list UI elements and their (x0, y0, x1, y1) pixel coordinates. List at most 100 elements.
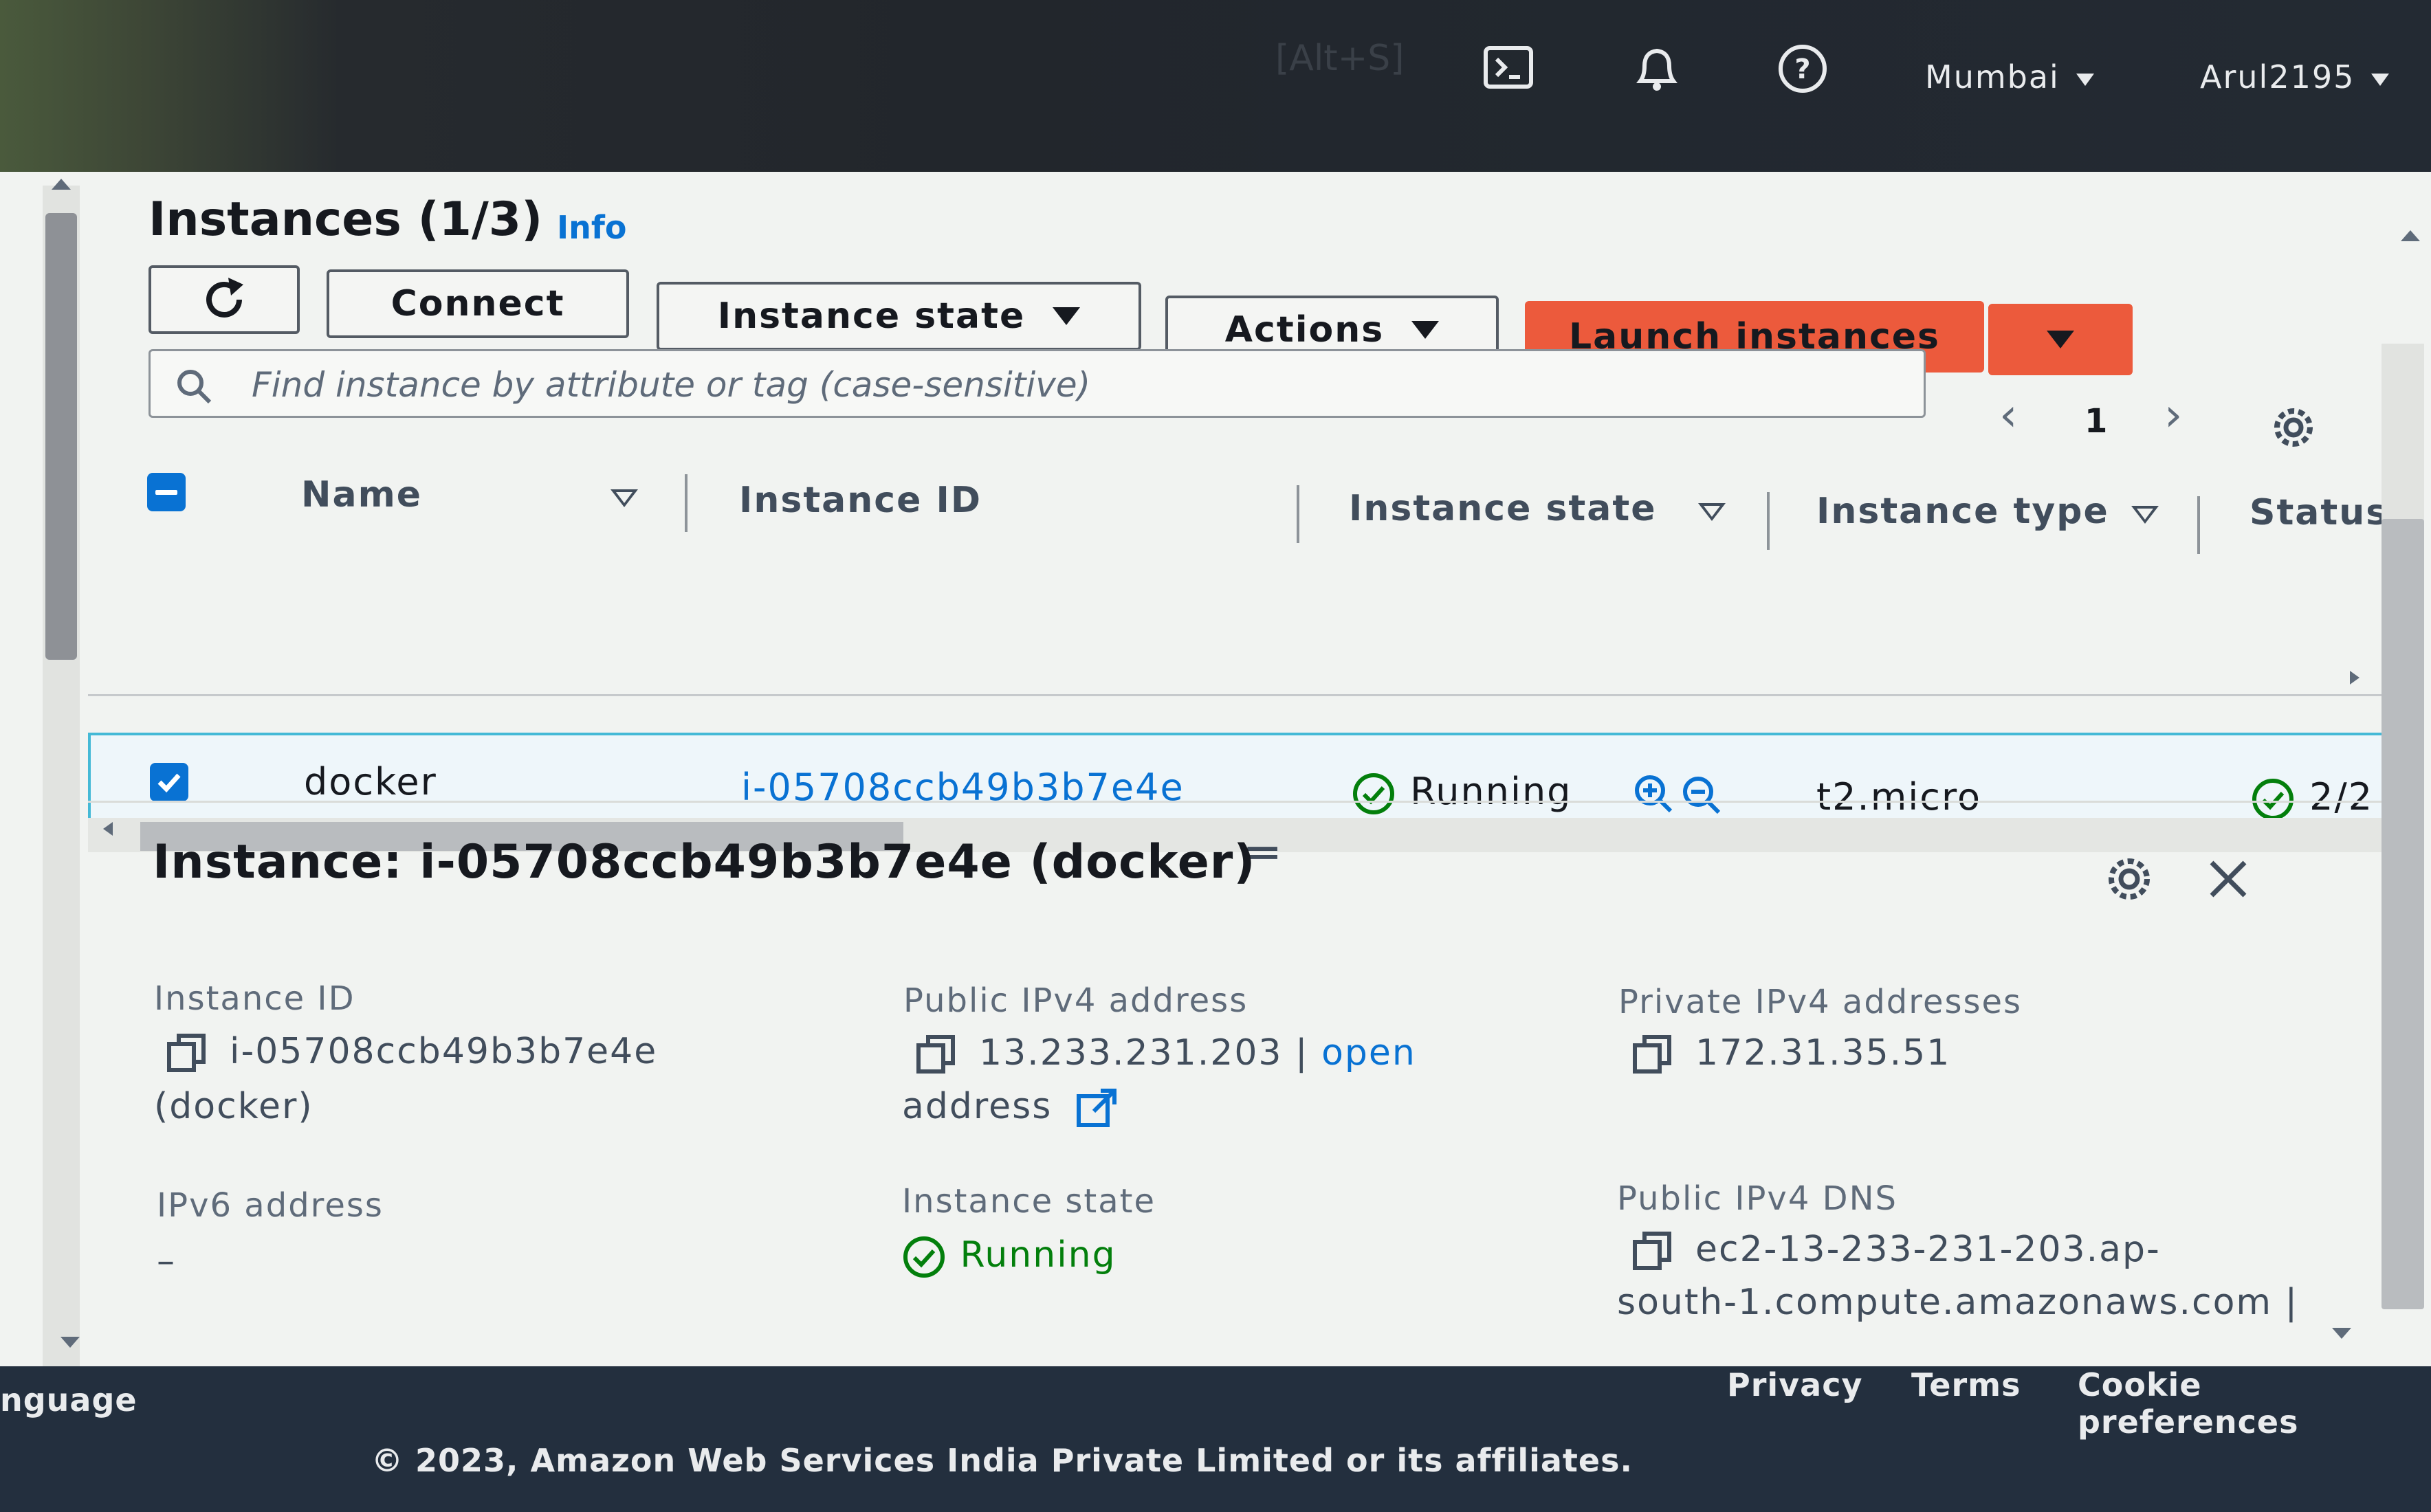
private-ipv4-value: 172.31.35.51 (1631, 1032, 1950, 1077)
sort-icon[interactable] (2131, 506, 2159, 524)
side-scrollbar[interactable] (43, 186, 80, 1368)
instance-state-value: Running (901, 1234, 1116, 1280)
public-ipv4-label: Public IPv4 address (903, 981, 1248, 1020)
next-page-icon[interactable]: › (2164, 388, 2182, 441)
top-navigation: [Alt+S] ? Mumbai Arul2195 (0, 0, 2431, 172)
search-shortcut-hint: [Alt+S] (1275, 38, 1405, 79)
scrollbar-thumb[interactable] (45, 213, 77, 660)
chevron-down-icon (1053, 307, 1081, 325)
copy-icon[interactable] (914, 1033, 958, 1077)
open-address-link[interactable]: open (1321, 1032, 1416, 1074)
copy-icon[interactable] (1631, 1033, 1675, 1077)
chevron-down-icon (2047, 331, 2074, 348)
open-address-text[interactable]: address (902, 1086, 1052, 1127)
check-circle-icon (2252, 779, 2294, 821)
copyright-text: © 2023, Amazon Web Services India Privat… (371, 1442, 1633, 1479)
region-label: Mumbai (1925, 58, 2060, 96)
instance-state-dropdown[interactable]: Instance state (657, 282, 1141, 351)
page-number[interactable]: 1 (2084, 402, 2107, 441)
zoom-out-icon[interactable] (1680, 774, 1723, 819)
cookie-preferences-link[interactable]: Cookie preferences (2078, 1366, 2431, 1441)
info-link[interactable]: Info (557, 209, 626, 246)
sort-icon[interactable] (1698, 503, 1726, 521)
gear-icon[interactable] (2269, 403, 2318, 455)
refresh-button[interactable] (148, 265, 300, 334)
scrollbar-thumb[interactable] (2382, 519, 2424, 1309)
column-divider (2197, 496, 2200, 554)
row-checkbox[interactable] (150, 763, 188, 801)
instance-name: docker (304, 760, 437, 803)
public-dns-text-2: south-1.compute.amazonaws.com | (1617, 1282, 2299, 1323)
zoom-in-icon[interactable] (1632, 772, 1675, 818)
scroll-up-icon[interactable] (52, 179, 71, 190)
connect-button[interactable]: Connect (327, 269, 629, 338)
launch-options-dropdown[interactable] (1988, 304, 2133, 375)
page-title: Instances (1/3) (148, 192, 543, 247)
sort-icon[interactable] (610, 489, 638, 507)
open-address-link-line2[interactable]: address (902, 1086, 1119, 1131)
split-divider (88, 801, 2384, 803)
previous-page-icon[interactable]: ‹ (1999, 388, 2017, 441)
private-ipv4-label: Private IPv4 addresses (1618, 983, 2023, 1021)
scroll-up-icon[interactable] (2401, 230, 2420, 241)
details-title: Instance: i-05708ccb49b3b7e4e (docker) (153, 835, 1256, 889)
check-circle-icon (1353, 773, 1394, 815)
scroll-down-icon[interactable] (2332, 1328, 2351, 1339)
instance-state-label: Instance state (902, 1182, 1156, 1221)
search-icon (177, 370, 212, 404)
svg-text:?: ? (1794, 54, 1810, 85)
help-icon[interactable]: ? (1775, 41, 1830, 96)
account-menu[interactable]: Arul2195 (2200, 58, 2390, 96)
column-divider (1297, 485, 1299, 543)
instance-id-text: i-05708ccb49b3b7e4e (230, 1031, 658, 1072)
column-header-instance-state[interactable]: Instance state (1349, 488, 1657, 529)
bell-icon[interactable] (1629, 41, 1684, 96)
instance-state-text: Running (1410, 770, 1572, 813)
column-header-instance-id[interactable]: Instance ID (739, 480, 982, 521)
public-ipv4-value: 13.233.231.203 | open (914, 1032, 1416, 1077)
scroll-down-icon[interactable] (60, 1337, 80, 1348)
language-link[interactable]: nguage (0, 1381, 138, 1419)
gear-icon[interactable] (2102, 852, 2156, 906)
column-header-status[interactable]: Status (2250, 492, 2388, 533)
external-link-icon[interactable] (1075, 1087, 1119, 1131)
table-bottom-divider (88, 694, 2384, 696)
copy-icon[interactable] (1631, 1230, 1675, 1274)
column-divider (685, 474, 688, 532)
column-header-name[interactable]: Name (301, 474, 422, 515)
cloudshell-icon[interactable] (1482, 41, 1537, 96)
public-dns-value: ec2-13-233-231-203.ap- (1631, 1229, 2161, 1274)
terms-link[interactable]: Terms (1911, 1366, 2021, 1403)
scroll-left-icon[interactable] (103, 822, 113, 836)
actions-label: Actions (1224, 309, 1385, 351)
search-input[interactable] (250, 359, 1889, 410)
chevron-down-icon (1411, 321, 1440, 339)
instance-state-label: Instance state (717, 296, 1026, 337)
region-selector[interactable]: Mumbai (1925, 58, 2094, 96)
close-icon[interactable] (2203, 854, 2257, 908)
select-all-checkbox[interactable] (147, 473, 186, 511)
instance-id-name: (docker) (154, 1086, 314, 1127)
ipv6-label: IPv6 address (157, 1186, 384, 1225)
instance-state-text: Running (960, 1234, 1116, 1276)
search-bar[interactable] (148, 349, 1926, 418)
instance-id-value: i-05708ccb49b3b7e4e (165, 1031, 657, 1076)
ipv6-value: – (157, 1241, 176, 1282)
check-circle-icon (903, 1236, 945, 1278)
public-ipv4-text: 13.233.231.203 | (979, 1032, 1309, 1074)
details-scrollbar[interactable] (2382, 344, 2424, 1309)
private-ipv4-text: 172.31.35.51 (1695, 1032, 1951, 1074)
public-dns-label: Public IPv4 DNS (1617, 1179, 1898, 1218)
footer: nguage Privacy Terms Cookie preferences … (0, 1366, 2431, 1512)
status-check-cell: 2/2 (2250, 775, 2373, 823)
chevron-down-icon (2076, 73, 2094, 86)
refresh-icon (206, 278, 243, 318)
privacy-link[interactable]: Privacy (1727, 1366, 1862, 1403)
instance-state-cell: Running (1350, 770, 1572, 817)
copy-icon[interactable] (165, 1032, 209, 1076)
public-dns-text-1: ec2-13-233-231-203.ap- (1695, 1229, 2161, 1270)
scroll-right-icon[interactable] (2350, 671, 2360, 685)
column-header-instance-type[interactable]: Instance type (1816, 491, 2109, 532)
column-divider (1767, 492, 1770, 550)
account-label: Arul2195 (2200, 58, 2355, 96)
